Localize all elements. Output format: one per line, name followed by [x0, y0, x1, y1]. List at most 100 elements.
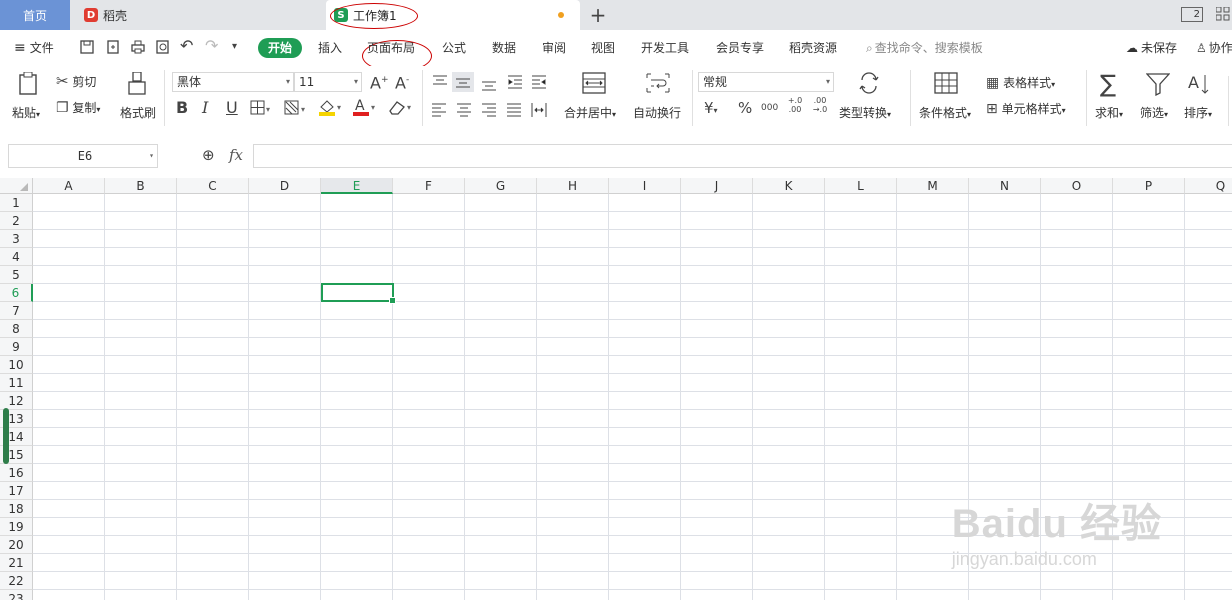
wrap-text-button[interactable]: 自动换行	[632, 70, 686, 128]
row-header-8[interactable]: 8	[0, 320, 33, 338]
currency-icon[interactable]: ¥▾	[704, 100, 718, 119]
row-header-10[interactable]: 10	[0, 356, 33, 374]
row-header-2[interactable]: 2	[0, 212, 33, 230]
row-header-23[interactable]: 23	[0, 590, 33, 600]
font-shrink-icon[interactable]: A-	[395, 72, 409, 91]
row-header-6[interactable]: 6	[0, 284, 33, 302]
tab-review[interactable]: 审阅	[542, 38, 566, 58]
increase-decimal-icon[interactable]: +.0 .00	[787, 96, 803, 114]
row-header-11[interactable]: 11	[0, 374, 33, 392]
sort-button[interactable]: A 排序▾	[1184, 70, 1224, 128]
sum-button[interactable]: ∑ 求和▾	[1094, 70, 1132, 128]
print-preview-icon[interactable]	[156, 40, 170, 57]
column-header-d[interactable]: D	[249, 178, 321, 194]
paste-button[interactable]: 粘贴▾	[12, 70, 46, 128]
row-header-1[interactable]: 1	[0, 194, 33, 212]
print-icon[interactable]	[131, 40, 145, 57]
font-size-select[interactable]: 11 ▾	[294, 72, 362, 92]
column-header-g[interactable]: G	[465, 178, 537, 194]
filter-button[interactable]: 筛选▾	[1140, 70, 1180, 128]
border-icon[interactable]: ▾	[250, 100, 272, 119]
font-grow-icon[interactable]: A+	[370, 72, 389, 91]
thousands-separator-icon[interactable]: 000	[761, 100, 778, 116]
font-color-icon[interactable]: A ▾	[352, 98, 378, 119]
redo-icon[interactable]: ↷	[205, 38, 218, 54]
command-search[interactable]: ⌕ 查找命令、搜索模板	[866, 38, 983, 58]
column-header-c[interactable]: C	[177, 178, 249, 194]
column-header-l[interactable]: L	[825, 178, 897, 194]
file-menu[interactable]: ≡ 文件	[14, 38, 54, 58]
tab-developer[interactable]: 开发工具	[641, 38, 689, 58]
type-convert-button[interactable]: 类型转换▾	[838, 70, 900, 128]
column-header-n[interactable]: N	[969, 178, 1041, 194]
eraser-icon[interactable]: ▾	[386, 98, 414, 119]
name-box[interactable]: E6 ▾	[8, 144, 158, 168]
column-header-k[interactable]: K	[753, 178, 825, 194]
zoom-icon[interactable]: ⊕	[202, 147, 215, 163]
row-header-21[interactable]: 21	[0, 554, 33, 572]
column-header-p[interactable]: P	[1113, 178, 1185, 194]
collab-button[interactable]: ♙ 协作	[1196, 38, 1232, 58]
tab-home[interactable]: 首页	[0, 0, 70, 30]
column-header-f[interactable]: F	[393, 178, 465, 194]
copy-button[interactable]: ❐ 复制▾	[56, 99, 100, 116]
tab-view[interactable]: 视图	[591, 38, 615, 58]
row-header-3[interactable]: 3	[0, 230, 33, 248]
cut-button[interactable]: ✂ 剪切	[56, 73, 96, 90]
scroll-indicator[interactable]	[3, 408, 9, 464]
row-header-20[interactable]: 20	[0, 536, 33, 554]
active-cell-selection[interactable]	[321, 283, 396, 304]
row-header-9[interactable]: 9	[0, 338, 33, 356]
tab-daoke[interactable]: D 稻壳	[72, 0, 322, 30]
tab-formulas[interactable]: 公式	[442, 38, 466, 58]
column-header-o[interactable]: O	[1041, 178, 1113, 194]
decrease-decimal-icon[interactable]: .00 →.0	[812, 96, 828, 114]
column-header-b[interactable]: B	[105, 178, 177, 194]
column-header-j[interactable]: J	[681, 178, 753, 194]
formula-input[interactable]	[253, 144, 1232, 168]
save-icon[interactable]	[80, 40, 94, 57]
tab-insert[interactable]: 插入	[318, 38, 342, 58]
row-header-7[interactable]: 7	[0, 302, 33, 320]
quick-access-dropdown-icon[interactable]: ▾	[232, 39, 237, 55]
select-all-corner[interactable]	[0, 178, 33, 194]
fill-handle[interactable]	[389, 297, 396, 304]
column-header-h[interactable]: H	[537, 178, 609, 194]
row-header-18[interactable]: 18	[0, 500, 33, 518]
column-header-a[interactable]: A	[33, 178, 105, 194]
apps-grid-icon[interactable]	[1215, 6, 1230, 21]
font-name-select[interactable]: 黑体 ▾	[172, 72, 294, 92]
underline-icon[interactable]: U	[226, 100, 238, 116]
table-style-button[interactable]: ▦ 表格样式▾	[986, 74, 1055, 91]
undo-icon[interactable]: ↶	[180, 38, 193, 54]
row-header-5[interactable]: 5	[0, 266, 33, 284]
row-header-17[interactable]: 17	[0, 482, 33, 500]
column-header-i[interactable]: I	[609, 178, 681, 194]
column-header-m[interactable]: M	[897, 178, 969, 194]
row-header-22[interactable]: 22	[0, 572, 33, 590]
column-header-e[interactable]: E	[321, 178, 393, 194]
fill-color-icon[interactable]: ▾	[318, 98, 344, 119]
row-header-4[interactable]: 4	[0, 248, 33, 266]
format-painter-button[interactable]: 格式刷	[118, 70, 158, 128]
conditional-format-button[interactable]: 条件格式▾	[918, 70, 978, 128]
tab-page-layout[interactable]: 页面布局	[367, 38, 415, 58]
fx-icon[interactable]: fx	[229, 146, 243, 164]
merge-center-button[interactable]: 合并居中▾	[564, 70, 624, 128]
number-format-select[interactable]: 常规 ▾	[698, 72, 834, 92]
export-pdf-icon[interactable]	[106, 40, 120, 57]
percent-icon[interactable]: %	[738, 100, 752, 116]
italic-icon[interactable]: I	[202, 100, 208, 116]
unsaved-status[interactable]: ☁ 未保存	[1126, 38, 1177, 58]
row-header-19[interactable]: 19	[0, 518, 33, 536]
row-header-16[interactable]: 16	[0, 464, 33, 482]
bold-icon[interactable]: B	[176, 100, 188, 116]
fill-pattern-icon[interactable]: ▾	[284, 100, 308, 119]
tab-data[interactable]: 数据	[492, 38, 516, 58]
tab-member[interactable]: 会员专享	[716, 38, 764, 58]
tab-workbook[interactable]: S 工作簿1	[326, 0, 580, 30]
new-tab-button[interactable]: +	[588, 2, 608, 28]
window-switch-icon[interactable]: 2	[1181, 7, 1203, 22]
column-header-q[interactable]: Q	[1185, 178, 1232, 194]
cell-style-button[interactable]: ⊞ 单元格样式▾	[986, 100, 1066, 117]
